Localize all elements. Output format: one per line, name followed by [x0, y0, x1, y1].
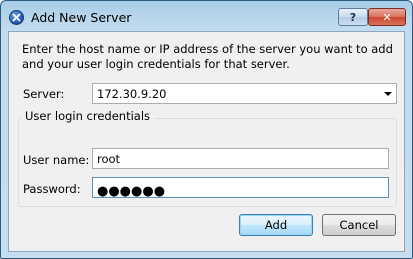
username-field[interactable] — [92, 148, 389, 169]
cancel-button[interactable]: Cancel — [322, 214, 396, 236]
server-label: Server: — [23, 87, 65, 101]
server-value: 172.30.9.20 — [97, 87, 167, 101]
help-button[interactable]: ? — [338, 8, 368, 26]
server-combobox[interactable]: 172.30.9.20 — [92, 83, 397, 104]
password-field[interactable] — [92, 177, 389, 198]
credentials-legend: User login credentials — [21, 109, 155, 123]
add-button[interactable]: Add — [239, 214, 313, 236]
dialog-body: Enter the host name or IP address of the… — [8, 31, 405, 252]
close-button[interactable]: ✕ — [368, 8, 406, 26]
title-bar[interactable]: Add New Server ? ✕ — [1, 1, 412, 31]
dialog-window: Add New Server ? ✕ Enter the host name o… — [0, 0, 413, 259]
window-title: Add New Server — [31, 10, 132, 25]
username-label: User name: — [23, 153, 90, 167]
chevron-down-icon[interactable] — [384, 92, 392, 96]
intro-text: Enter the host name or IP address of the… — [22, 42, 393, 71]
app-icon — [9, 10, 24, 25]
password-label: Password: — [23, 182, 81, 196]
